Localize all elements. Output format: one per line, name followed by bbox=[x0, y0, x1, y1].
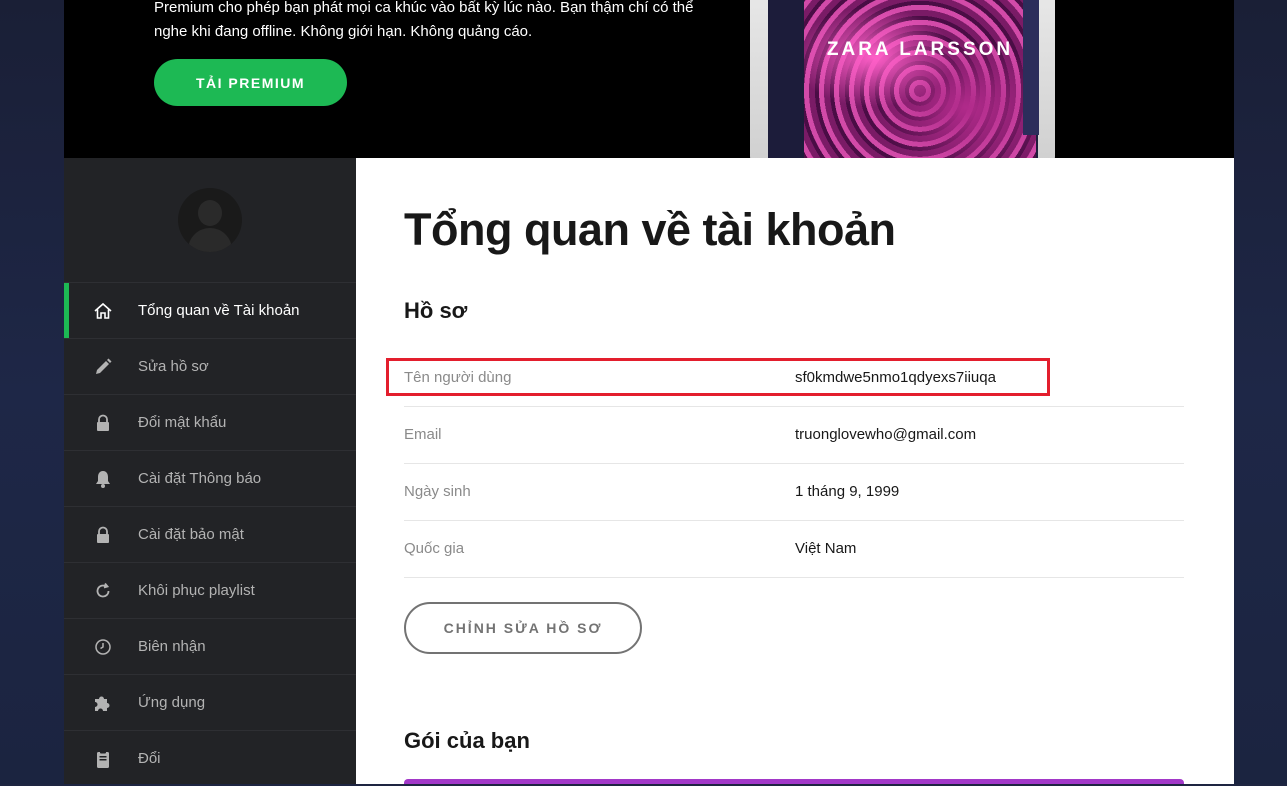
profile-table: Tên người dùng sf0kmdwe5nmo1qdyexs7iiuqa… bbox=[386, 350, 1184, 578]
sidebar-item-label: Cài đặt Thông báo bbox=[138, 470, 262, 487]
edit-profile-button[interactable]: CHỈNH SỬA HỒ SƠ bbox=[404, 602, 642, 654]
account-overview-panel: Tổng quan về tài khoản Hồ sơ Tên người d… bbox=[356, 158, 1234, 784]
album-artist-name: ZARA LARSSON bbox=[826, 39, 1014, 60]
restore-icon bbox=[92, 580, 114, 602]
profile-row-username: Tên người dùng sf0kmdwe5nmo1qdyexs7iiuqa bbox=[386, 350, 1184, 407]
your-plan-heading: Gói của bạn bbox=[404, 728, 530, 753]
profile-row-email: Email truonglovewho@gmail.com bbox=[404, 407, 1184, 464]
sidebar-item-privacy-settings[interactable]: Cài đặt bảo mật bbox=[64, 506, 356, 562]
sidebar-item-label: Ứng dụng bbox=[138, 694, 206, 711]
profile-value: 1 tháng 9, 1999 bbox=[795, 483, 900, 500]
sidebar-item-label: Biên nhận bbox=[138, 638, 206, 655]
premium-banner: Premium cho phép bạn phát mọi ca khúc và… bbox=[64, 0, 1234, 158]
clock-icon bbox=[92, 636, 114, 658]
clipboard-icon bbox=[92, 748, 114, 770]
sidebar-item-label: Cài đặt bảo mật bbox=[138, 526, 244, 543]
phone-screen: ZARA LARSSON bbox=[768, 0, 1039, 158]
album-cover bbox=[804, 0, 1036, 158]
profile-row-birthdate: Ngày sinh 1 tháng 9, 1999 bbox=[404, 464, 1184, 521]
album-side-strip bbox=[1023, 0, 1039, 135]
profile-key: Quốc gia bbox=[404, 540, 465, 557]
profile-row-country: Quốc gia Việt Nam bbox=[404, 521, 1184, 578]
profile-value: truonglovewho@gmail.com bbox=[795, 426, 977, 443]
lock-icon bbox=[92, 412, 114, 434]
avatar[interactable] bbox=[178, 188, 242, 252]
phone-mockup: ZARA LARSSON bbox=[750, 0, 1055, 158]
lock-icon bbox=[92, 524, 114, 546]
sidebar-item-change-password[interactable]: Đổi mật khẩu bbox=[64, 394, 356, 450]
sidebar-item-apps[interactable]: Ứng dụng bbox=[64, 674, 356, 730]
profile-value: Việt Nam bbox=[795, 540, 857, 557]
plan-card-top-border bbox=[404, 779, 1184, 784]
home-icon bbox=[92, 300, 114, 322]
sidebar-item-receipts[interactable]: Biên nhận bbox=[64, 618, 356, 674]
premium-description: Premium cho phép bạn phát mọi ca khúc và… bbox=[154, 0, 694, 40]
sidebar-item-label: Khôi phục playlist bbox=[138, 582, 255, 599]
page-shell: Premium cho phép bạn phát mọi ca khúc và… bbox=[64, 0, 1234, 784]
sidebar-item-label: Đổi mật khẩu bbox=[138, 414, 227, 431]
sidebar-item-account-overview[interactable]: Tổng quan về Tài khoản bbox=[64, 282, 356, 339]
sidebar-item-edit-profile[interactable]: Sửa hồ sơ bbox=[64, 338, 356, 394]
page-title: Tổng quan về tài khoản bbox=[404, 204, 896, 255]
account-sidebar: Tổng quan về Tài khoản Sửa hồ sơ Đổi mật… bbox=[64, 158, 356, 784]
bell-icon bbox=[92, 468, 114, 490]
sidebar-item-notification-settings[interactable]: Cài đặt Thông báo bbox=[64, 450, 356, 506]
avatar-shoulders-shape bbox=[188, 228, 232, 252]
sidebar-item-label: Đổi bbox=[138, 750, 161, 767]
get-premium-button[interactable]: TẢI PREMIUM bbox=[154, 59, 347, 106]
avatar-head-shape bbox=[198, 200, 222, 226]
sidebar-item-redeem[interactable]: Đổi bbox=[64, 730, 356, 786]
profile-key: Tên người dùng bbox=[404, 369, 512, 386]
sidebar-item-label: Sửa hồ sơ bbox=[138, 358, 209, 375]
sidebar-item-label: Tổng quan về Tài khoản bbox=[138, 302, 300, 319]
pencil-icon bbox=[92, 356, 114, 378]
profile-key: Email bbox=[404, 426, 442, 443]
profile-key: Ngày sinh bbox=[404, 483, 471, 500]
sidebar-item-recover-playlists[interactable]: Khôi phục playlist bbox=[64, 562, 356, 618]
sidebar-nav: Tổng quan về Tài khoản Sửa hồ sơ Đổi mật… bbox=[64, 282, 356, 786]
profile-value: sf0kmdwe5nmo1qdyexs7iiuqa bbox=[795, 369, 996, 386]
puzzle-icon bbox=[92, 692, 114, 714]
profile-heading: Hồ sơ bbox=[404, 298, 468, 323]
